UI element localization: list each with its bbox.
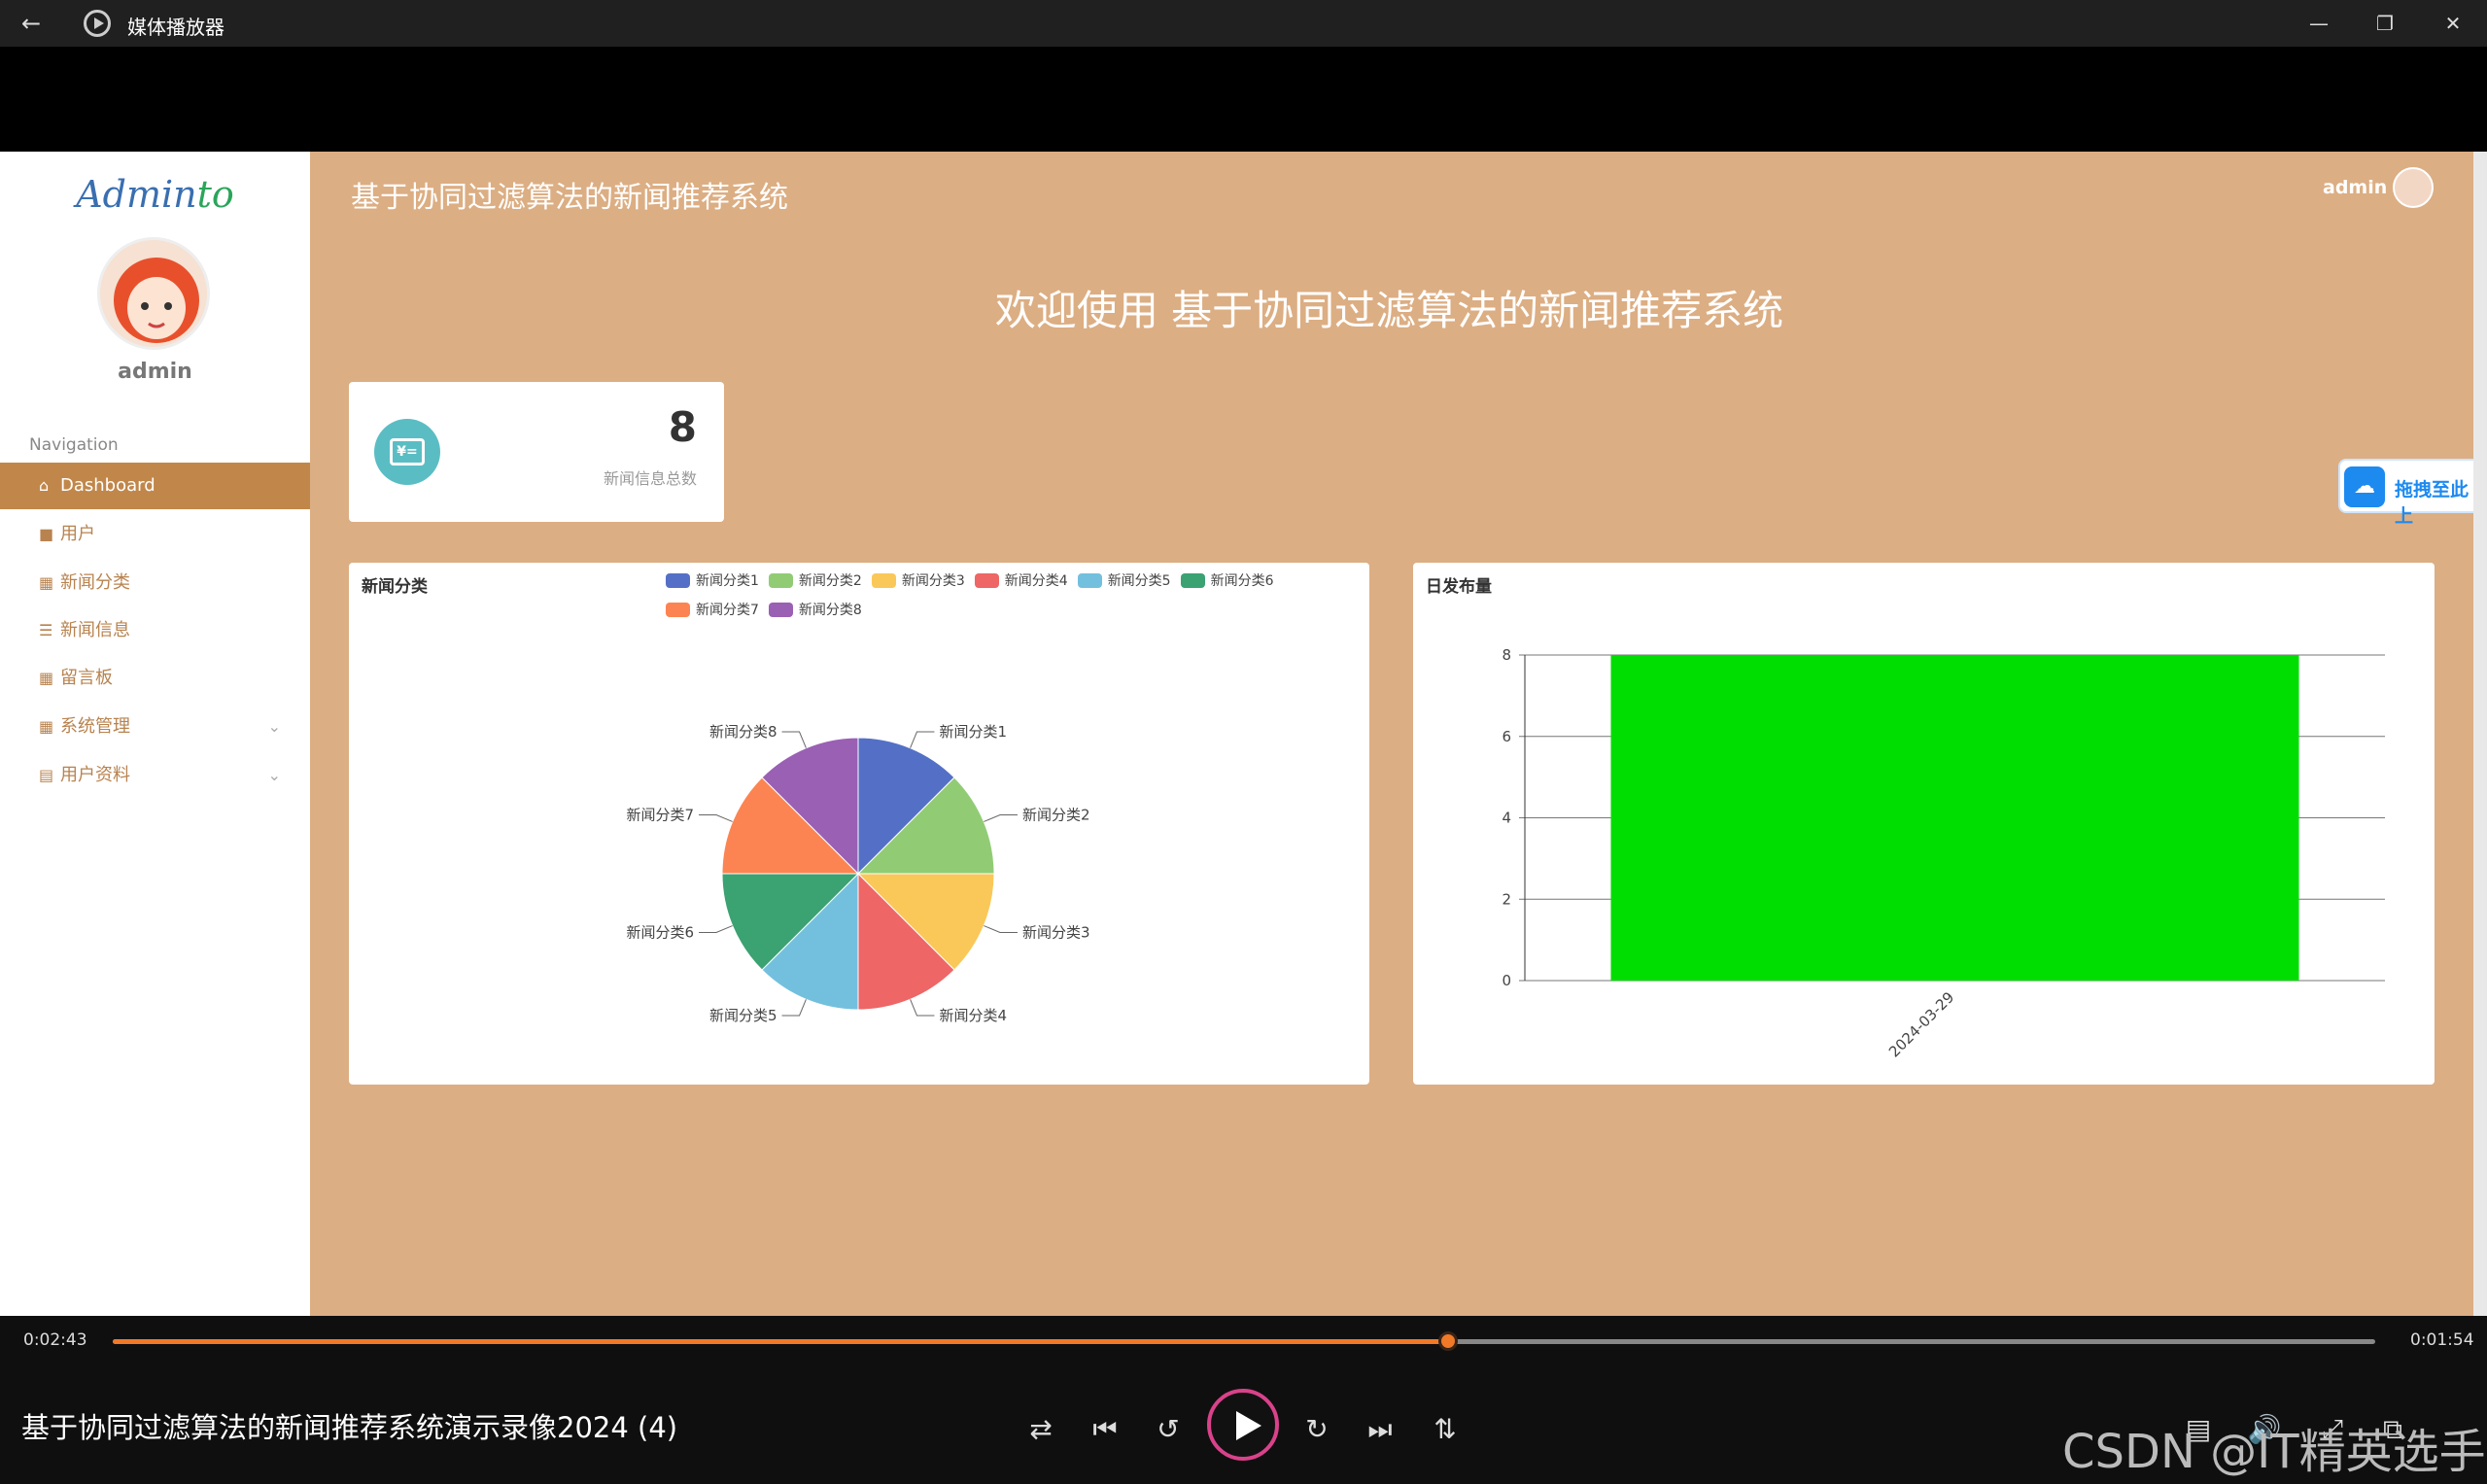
x-tick-label: 2024-03-29 [1885, 988, 1957, 1060]
pie-leader-line [984, 925, 1018, 933]
header-username[interactable]: admin [2323, 177, 2387, 198]
pie-chart-panel: 新闻分类 新闻分类1 新闻分类2 新闻分类3 新闻分类4 新闻分类5 新闻分类6新闻分类7… [349, 563, 1369, 1085]
bar-chart: 0 2 4 6 8 2024-03-29 [1502, 646, 2385, 1060]
chevron-down-icon: ⌄ [267, 717, 281, 736]
sidebar-item-label: 留言板 [60, 668, 113, 688]
bar-chart-panel: 日发布量 0 2 4 6 8 2024-03-29 [1413, 563, 2435, 1085]
rewind-10-icon[interactable]: ↺ [1149, 1413, 1188, 1445]
pie-label: 新闻分类6 [626, 923, 694, 941]
video-frame[interactable]: Adminto admin Navigation ⌂ Dashboard ■ 用户 … [0, 152, 2487, 1316]
pie-leader-line [984, 814, 1018, 822]
pie-label: 新闻分类7 [626, 807, 694, 824]
play-button[interactable] [1207, 1389, 1279, 1461]
stat-label: 新闻信息总数 [603, 469, 697, 488]
logo: Adminto [76, 173, 234, 216]
y-tick-label: 2 [1502, 890, 1511, 908]
media-player-app-icon [84, 10, 111, 37]
pie-label: 新闻分类5 [709, 1007, 777, 1024]
cloud-drop-label: 拖拽至此上 [2395, 479, 2470, 527]
grid-icon: ▦ [39, 717, 54, 736]
welcome-heading: 欢迎使用 基于协同过滤算法的新闻推荐系统 [994, 287, 1784, 334]
back-arrow-icon[interactable]: ← [21, 10, 41, 37]
sidebar-item-users[interactable]: ■ 用户 [0, 511, 310, 558]
chevron-down-icon: ⌄ [267, 766, 281, 784]
y-tick-label: 4 [1502, 810, 1511, 827]
header-avatar[interactable] [2393, 167, 2434, 208]
sidebar-item-user-profile[interactable]: ▤ 用户资料 ⌄ [0, 752, 310, 799]
sidebar-username: admin [118, 360, 192, 384]
player-controls: 0:02:43 0:01:54 基于协同过滤算法的新闻推荐系统演示录像2024 … [0, 1316, 2487, 1484]
sidebar-item-label: 用户 [60, 524, 95, 544]
sidebar: Adminto admin Navigation ⌂ Dashboard ■ 用户 … [0, 152, 310, 1316]
system-title: 基于协同过滤算法的新闻推荐系统 [351, 181, 788, 215]
pie-leader-line [699, 925, 733, 933]
sidebar-item-news-category[interactable]: ▦ 新闻分类 [0, 560, 310, 606]
repeat-off-icon[interactable]: ⇅ [1426, 1413, 1465, 1445]
elapsed-time: 0:02:43 [23, 1330, 87, 1350]
pie-label: 新闻分类2 [1022, 807, 1090, 824]
close-icon[interactable]: ✕ [2434, 8, 2472, 39]
sidebar-item-label: 新闻分类 [60, 572, 130, 593]
sidebar-item-news-info[interactable]: ☰ 新闻信息 [0, 607, 310, 654]
sidebar-item-label: 系统管理 [60, 716, 130, 737]
pie-leader-line [910, 731, 935, 748]
seek-bar[interactable] [113, 1331, 2375, 1351]
card-icon: ▤ [39, 766, 54, 784]
seek-thumb[interactable] [1437, 1331, 1458, 1351]
pie-leader-line [781, 999, 807, 1017]
pie-leader-line [699, 814, 733, 822]
avatar [97, 237, 210, 350]
user-icon: ■ [39, 525, 54, 543]
shuffle-icon[interactable]: ⇄ [1021, 1413, 1060, 1445]
page-scrollbar[interactable] [2473, 152, 2487, 1316]
pie-label: 新闻分类1 [939, 723, 1007, 741]
pie-leader-line [781, 731, 807, 748]
next-icon[interactable]: ⏭ [1361, 1413, 1399, 1446]
pie-label: 新闻分类8 [709, 723, 777, 741]
pie-label: 新闻分类3 [1022, 923, 1090, 941]
minimize-icon[interactable]: — [2299, 8, 2338, 39]
pie-label: 新闻分类4 [939, 1007, 1007, 1024]
bar[interactable] [1610, 655, 2299, 981]
grid-icon: ▦ [39, 669, 54, 687]
grid-icon: ▦ [39, 573, 54, 592]
watermark: CSDN @IT精英选手 [2062, 1425, 2486, 1479]
video-title: 基于协同过滤算法的新闻推荐系统演示录像2024 (4) [21, 1411, 678, 1444]
sidebar-item-label: 用户资料 [60, 765, 130, 785]
home-icon: ⌂ [39, 476, 50, 495]
sidebar-item-system-admin[interactable]: ▦ 系统管理 ⌄ [0, 704, 310, 750]
window-title: 媒体播放器 [127, 16, 225, 39]
sidebar-item-label: Dashboard [60, 475, 155, 496]
y-tick-label: 6 [1502, 728, 1511, 745]
remaining-time: 0:01:54 [2410, 1330, 2474, 1350]
window-titlebar: ← 媒体播放器 — ❐ ✕ [0, 0, 2487, 47]
cloud-icon: ☁ [2344, 466, 2385, 507]
y-tick-label: 8 [1502, 646, 1511, 664]
nav-header: Navigation [29, 435, 119, 455]
restore-icon[interactable]: ❐ [2366, 8, 2404, 39]
sidebar-item-dashboard[interactable]: ⌂ Dashboard [0, 463, 310, 509]
money-card-icon: ¥= [374, 419, 440, 485]
stat-card: ¥= 8 新闻信息总数 [349, 382, 724, 522]
previous-icon[interactable]: ⏮ [1086, 1413, 1124, 1446]
pie-leader-line [910, 999, 935, 1017]
sidebar-item-message-board[interactable]: ▦ 留言板 [0, 655, 310, 702]
forward-30-icon[interactable]: ↻ [1297, 1413, 1336, 1445]
sidebar-item-label: 新闻信息 [60, 620, 130, 640]
list-icon: ☰ [39, 621, 53, 639]
y-tick-label: 0 [1502, 972, 1511, 989]
cloud-drop-button[interactable]: ☁ 拖拽至此上 [2338, 459, 2487, 527]
pie-chart: 新闻分类1 新闻分类2 新闻分类3 新闻分类4 新闻分类5 新闻分类6 新闻分类7 新闻分类8 [626, 723, 1090, 1024]
seek-progress [113, 1339, 1448, 1344]
stat-value: 8 [668, 403, 697, 451]
